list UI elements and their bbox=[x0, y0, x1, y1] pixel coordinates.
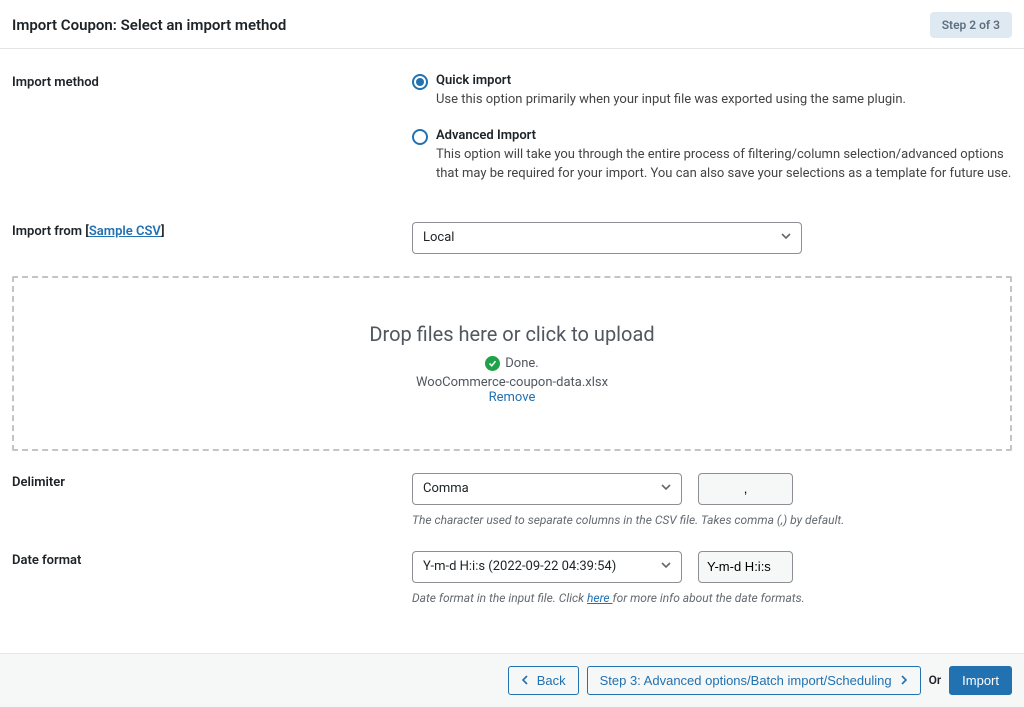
back-button[interactable]: Back bbox=[508, 666, 579, 695]
delimiter-label: Delimiter bbox=[12, 473, 412, 529]
quick-import-title: Quick import bbox=[436, 73, 1012, 88]
advanced-import-title: Advanced Import bbox=[436, 128, 1012, 143]
date-format-select[interactable]: Y-m-d H:i:s (2022-09-22 04:39:54) bbox=[412, 551, 682, 583]
delimiter-input[interactable] bbox=[698, 473, 793, 505]
chevron-left-icon bbox=[521, 673, 531, 688]
quick-import-desc: Use this option primarily when your inpu… bbox=[436, 90, 1012, 110]
or-text: Or bbox=[929, 673, 942, 687]
radio-advanced-import[interactable]: Advanced Import This option will take yo… bbox=[412, 128, 1012, 184]
delimiter-help: The character used to separate columns i… bbox=[412, 511, 1012, 529]
date-format-label: Date format bbox=[12, 551, 412, 607]
chevron-right-icon bbox=[898, 673, 908, 688]
date-format-help: Date format in the input file. Click her… bbox=[412, 589, 1012, 607]
import-method-label: Import method bbox=[12, 73, 412, 202]
remove-file-link[interactable]: Remove bbox=[26, 390, 998, 405]
import-button[interactable]: Import bbox=[949, 666, 1012, 695]
upload-status: Done. bbox=[505, 356, 538, 371]
radio-icon bbox=[412, 74, 428, 90]
date-format-here-link[interactable]: here bbox=[587, 591, 613, 605]
step-badge: Step 2 of 3 bbox=[930, 12, 1012, 38]
import-from-select[interactable]: Local bbox=[412, 222, 802, 254]
uploaded-file-name: WooCommerce-coupon-data.xlsx bbox=[26, 375, 998, 390]
advanced-import-desc: This option will take you through the en… bbox=[436, 145, 1012, 184]
dropzone-title: Drop files here or click to upload bbox=[26, 322, 998, 346]
check-icon bbox=[485, 356, 500, 371]
radio-icon bbox=[412, 129, 428, 145]
file-dropzone[interactable]: Drop files here or click to upload Done.… bbox=[12, 276, 1012, 451]
next-step-button[interactable]: Step 3: Advanced options/Batch import/Sc… bbox=[587, 666, 921, 695]
import-from-label: Import from [Sample CSV] bbox=[12, 222, 412, 254]
date-format-input[interactable] bbox=[698, 551, 793, 583]
radio-quick-import[interactable]: Quick import Use this option primarily w… bbox=[412, 73, 1012, 110]
page-title: Import Coupon: Select an import method bbox=[12, 16, 286, 34]
sample-csv-link[interactable]: Sample CSV bbox=[89, 224, 161, 239]
delimiter-select[interactable]: Comma bbox=[412, 473, 682, 505]
